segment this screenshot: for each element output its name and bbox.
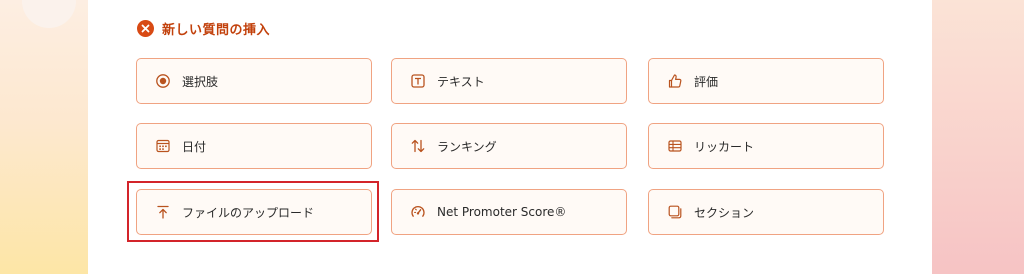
close-circle-icon[interactable] (137, 19, 154, 37)
ranking-question-button[interactable]: ランキング (391, 123, 627, 169)
date-question-button[interactable]: 日付 (136, 123, 372, 169)
section-icon (666, 203, 684, 221)
upload-icon (154, 203, 172, 221)
nps-question-label: Net Promoter Score® (437, 205, 567, 219)
background-right (932, 0, 1024, 274)
ranking-question-label: ランキング (437, 139, 497, 154)
calendar-icon (154, 137, 172, 155)
sort-arrows-icon (409, 137, 427, 155)
choice-question-button[interactable]: 選択肢 (136, 58, 372, 104)
background-left (0, 0, 88, 274)
rating-question-button[interactable]: 評価 (648, 58, 884, 104)
text-question-button[interactable]: テキスト (391, 58, 627, 104)
rating-question-label: 評価 (694, 74, 719, 89)
likert-question-button[interactable]: リッカート (648, 123, 884, 169)
gauge-icon (409, 203, 427, 221)
text-question-label: テキスト (437, 74, 485, 89)
file-upload-question-label: ファイルのアップロード (182, 205, 315, 220)
likert-question-label: リッカート (694, 139, 755, 154)
likert-grid-icon (666, 137, 684, 155)
section-label: セクション (694, 205, 755, 220)
insert-question-title: 新しい質問の挿入 (162, 22, 271, 38)
thumbs-up-icon (666, 72, 684, 90)
nps-question-button[interactable]: Net Promoter Score® (391, 189, 627, 235)
radio-button-icon (154, 72, 172, 90)
insert-question-header: 新しい質問の挿入 (137, 18, 270, 38)
section-button[interactable]: セクション (648, 189, 884, 235)
file-upload-question-button[interactable]: ファイルのアップロード (136, 189, 372, 235)
choice-question-label: 選択肢 (182, 74, 219, 89)
date-question-label: 日付 (182, 139, 207, 154)
text-box-icon (409, 72, 427, 90)
